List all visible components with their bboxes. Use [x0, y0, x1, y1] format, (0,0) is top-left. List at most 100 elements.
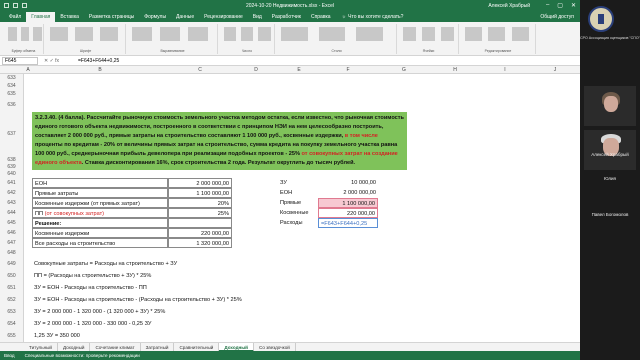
- left-table-value: 25%: [168, 208, 232, 218]
- ribbon-group-label: Выравнивание: [160, 49, 185, 53]
- row-header[interactable]: 654: [0, 318, 24, 330]
- maximize-icon[interactable]: ▢: [557, 2, 563, 9]
- title-bar: 2024-10-20 Недвижимость.xlsx - Excel Але…: [0, 0, 580, 12]
- column-header[interactable]: H: [430, 67, 480, 73]
- ribbon-group-label: Число: [241, 49, 253, 53]
- row-header[interactable]: 651: [0, 282, 24, 294]
- fx-icon[interactable]: ✕ ✓ fx: [44, 57, 74, 65]
- row-header[interactable]: 644: [0, 208, 24, 218]
- status-bar: Ввод Специальные возможности: проверьте …: [0, 351, 580, 360]
- column-header[interactable]: E: [280, 67, 318, 73]
- ribbon-button-icon[interactable]: [465, 27, 482, 41]
- ribbon-button-icon[interactable]: [511, 27, 529, 41]
- solution-note: ПП = (Расходы на строительство + ЗУ) * 2…: [34, 273, 152, 279]
- close-icon[interactable]: ✕: [571, 2, 576, 9]
- ribbon-button-icon[interactable]: [440, 27, 454, 41]
- ribbon-button-icon[interactable]: [188, 27, 209, 41]
- participant-tile-2[interactable]: [584, 130, 636, 170]
- solution-note: ЗУ = 2 000 000 - 1 320 000 - 330 000 - 0…: [34, 321, 152, 327]
- ribbon-tab[interactable]: Разработчик: [267, 12, 306, 22]
- ribbon-button-icon[interactable]: [224, 27, 237, 41]
- participant-tile-1[interactable]: [584, 86, 636, 126]
- ribbon-button-icon[interactable]: [75, 27, 93, 41]
- user-name[interactable]: Алексей Храбрый: [488, 3, 530, 9]
- ribbon-button-icon[interactable]: [281, 27, 308, 41]
- worksheet-grid[interactable]: 3.2.3.40. (4 балла). Рассчитайте рыночну…: [0, 74, 580, 342]
- row-header[interactable]: 634: [0, 82, 24, 90]
- participant-name-3: Павел Богомолов: [591, 212, 629, 217]
- ribbon-tab[interactable]: Вид: [248, 12, 267, 22]
- left-table-label: ПП (от совокупных затрат): [32, 208, 168, 218]
- row-header[interactable]: 645: [0, 218, 24, 228]
- ribbon-button-icon[interactable]: [100, 27, 118, 41]
- row-header[interactable]: 648: [0, 248, 24, 258]
- ribbon-button-icon[interactable]: [258, 27, 271, 41]
- ribbon-button-icon[interactable]: [318, 27, 346, 41]
- row-header[interactable]: 655: [0, 330, 24, 342]
- ribbon-tab[interactable]: Разметка страницы: [84, 12, 139, 22]
- row-header[interactable]: 640: [0, 171, 24, 178]
- row-header[interactable]: 639: [0, 164, 24, 171]
- sheet-tabs: Титульный Доходный Сочетание климат Затратн…: [0, 342, 580, 352]
- ribbon-button-icon[interactable]: [421, 27, 436, 41]
- column-header[interactable]: A: [24, 67, 32, 73]
- left-table-value: [168, 218, 232, 228]
- right-table-label: Расходы: [280, 220, 303, 226]
- left-table-value: 2 000 000,00: [168, 178, 232, 188]
- share-button[interactable]: Общий доступ: [540, 14, 574, 20]
- row-header[interactable]: 635: [0, 90, 24, 98]
- row-header[interactable]: 653: [0, 306, 24, 318]
- ribbon-button-icon[interactable]: [20, 27, 30, 41]
- row-header[interactable]: 642: [0, 188, 24, 198]
- row-header[interactable]: 636: [0, 98, 24, 112]
- column-header[interactable]: J: [530, 67, 580, 73]
- column-header[interactable]: C: [168, 67, 232, 73]
- column-header[interactable]: F: [318, 67, 378, 73]
- column-header[interactable]: D: [232, 67, 280, 73]
- ribbon-tab[interactable]: Файл: [4, 12, 26, 22]
- ribbon-group: Редактирование: [461, 24, 536, 54]
- solution-note: ЗУ = ЕОН - Расходы на строительство - ПП: [34, 285, 147, 291]
- column-header[interactable]: B: [32, 67, 168, 73]
- row-header[interactable]: 652: [0, 294, 24, 306]
- row-header[interactable]: 643: [0, 198, 24, 208]
- left-table-label: Решение:: [32, 218, 168, 228]
- ribbon-group-label: Шрифт: [79, 49, 92, 53]
- name-box[interactable]: F645: [2, 57, 38, 65]
- ribbon-button-icon[interactable]: [488, 27, 506, 41]
- ribbon-button-icon[interactable]: [132, 27, 152, 41]
- ribbon-tab[interactable]: Рецензирование: [199, 12, 248, 22]
- minimize-icon[interactable]: –: [546, 2, 549, 9]
- ribbon-tab[interactable]: Формулы: [139, 12, 171, 22]
- ribbon-tab[interactable]: Вставка: [55, 12, 84, 22]
- ribbon-tab[interactable]: Справка: [306, 12, 336, 22]
- ribbon-button-icon[interactable]: [403, 27, 417, 41]
- column-header[interactable]: I: [480, 67, 530, 73]
- ribbon-button-icon[interactable]: [50, 27, 68, 41]
- ribbon-tab[interactable]: Данные: [171, 12, 199, 22]
- row-header[interactable]: 647: [0, 238, 24, 248]
- row-header[interactable]: 633: [0, 74, 24, 82]
- column-header[interactable]: G: [378, 67, 430, 73]
- row-header[interactable]: 637: [0, 112, 24, 156]
- row-header[interactable]: 641: [0, 178, 24, 188]
- participant-name-1: Алексей Храбрый: [591, 152, 629, 157]
- left-table-label: ЕОН: [32, 178, 168, 188]
- row-header[interactable]: 649: [0, 258, 24, 270]
- ribbon-button-icon[interactable]: [33, 27, 42, 41]
- right-table-value: 2 000 000,00: [343, 190, 376, 196]
- left-table-label: Все расходы на строительство: [32, 238, 168, 248]
- solution-note: 1,25 ЗУ = 350 000: [34, 333, 80, 339]
- row-header[interactable]: 638: [0, 156, 24, 164]
- ribbon-button-icon[interactable]: [241, 27, 254, 41]
- left-table-value: 1 320 000,00: [168, 238, 232, 248]
- ribbon-button-icon[interactable]: [8, 27, 17, 41]
- row-header[interactable]: 650: [0, 270, 24, 282]
- ribbon-tab[interactable]: Главная: [26, 12, 56, 22]
- row-header[interactable]: 646: [0, 228, 24, 238]
- formula-input[interactable]: =F643+F644+0,25: [78, 57, 119, 65]
- status-accessibility[interactable]: Специальные возможности: проверьте реком…: [25, 353, 140, 358]
- tell-me-box[interactable]: ☼ Что вы хотите сделать?: [342, 14, 404, 20]
- ribbon-button-icon[interactable]: [160, 27, 181, 41]
- ribbon-button-icon[interactable]: [356, 27, 383, 41]
